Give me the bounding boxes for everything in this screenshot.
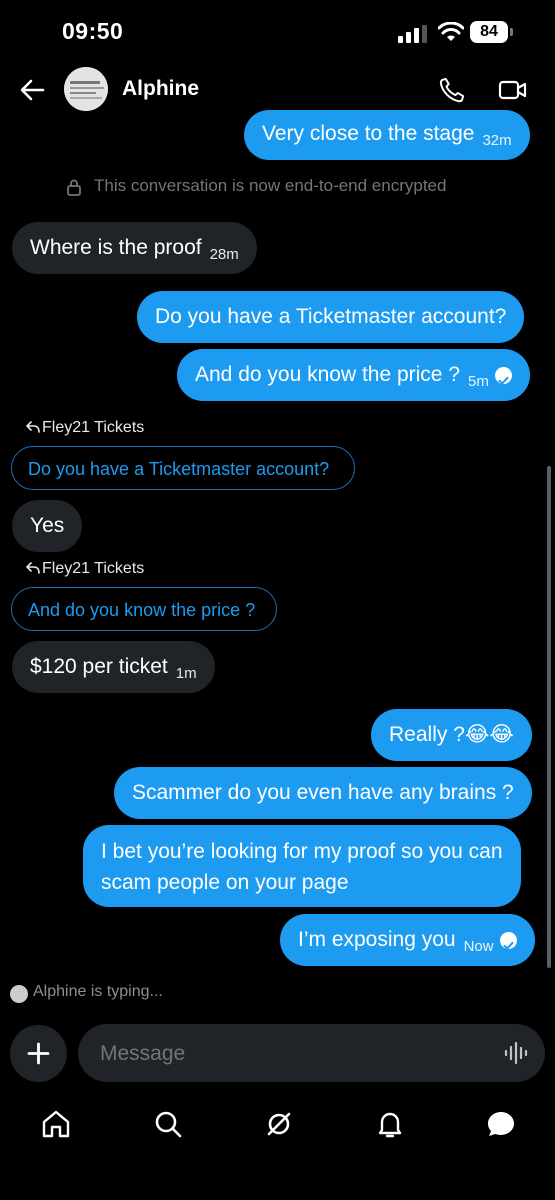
message-time: 1m	[175, 665, 197, 682]
typing-indicator: Alphine is typing...	[33, 983, 163, 1000]
back-button[interactable]	[18, 76, 46, 104]
quoted-message[interactable]: Do you have a Ticketmaster account?	[11, 446, 355, 490]
nav-grok-button[interactable]	[263, 1108, 295, 1140]
message-text: Really ?😂😂	[389, 723, 514, 746]
reply-label: Fley21 Tickets	[42, 560, 145, 577]
signal-icon	[398, 25, 427, 43]
message-input[interactable]	[98, 1024, 482, 1084]
encryption-notice: This conversation is now end-to-end encr…	[94, 176, 447, 195]
read-receipt-icon	[494, 367, 512, 385]
scrollbar[interactable]	[547, 466, 551, 968]
add-attachment-button[interactable]	[10, 1025, 67, 1082]
message-text: Very close to the stage	[262, 122, 475, 145]
message-outgoing[interactable]: And do you know the price ? 5m	[177, 349, 530, 401]
nav-search-button[interactable]	[152, 1108, 184, 1140]
status-time: 09:50	[62, 18, 124, 44]
wifi-icon	[438, 22, 464, 41]
message-outgoing[interactable]: I bet you’re looking for my proof so you…	[83, 825, 521, 907]
phone-call-button[interactable]	[438, 76, 466, 104]
message-time: 32m	[482, 132, 512, 149]
read-receipt-icon	[499, 932, 517, 950]
message-text: And do you know the price ?	[195, 363, 461, 386]
message-outgoing[interactable]: Very close to the stage 32m	[244, 110, 530, 160]
nav-notifications-button[interactable]	[374, 1108, 406, 1140]
reply-arrow-icon	[26, 562, 40, 574]
message-composer[interactable]	[78, 1024, 545, 1084]
message-text: I’m exposing you	[298, 928, 456, 951]
message-outgoing[interactable]: Do you have a Ticketmaster account?	[137, 291, 525, 343]
avatar[interactable]	[64, 67, 108, 111]
message-text: $120 per ticket	[30, 655, 168, 678]
voice-message-button[interactable]	[503, 1040, 529, 1066]
plus-icon	[27, 1042, 50, 1065]
battery-level: 84	[470, 21, 508, 43]
nav-messages-button[interactable]	[485, 1108, 517, 1140]
message-outgoing[interactable]: Really ?😂😂	[371, 709, 532, 761]
message-time: 5m	[468, 373, 489, 390]
message-incoming[interactable]: $120 per ticket 1m	[12, 641, 215, 693]
message-time: Now	[463, 938, 494, 955]
quoted-message[interactable]: And do you know the price ?	[11, 587, 277, 631]
message-text: Yes	[30, 514, 65, 537]
message-time: 28m	[209, 246, 239, 263]
reply-arrow-icon	[26, 421, 40, 433]
message-incoming[interactable]: Where is the proof 28m	[12, 222, 257, 274]
avatar-image-icon	[64, 67, 108, 111]
message-text-line: scam people on your page	[101, 871, 349, 894]
message-incoming[interactable]: Yes	[12, 500, 83, 552]
nav-home-button[interactable]	[40, 1108, 72, 1140]
message-text: Do you have a Ticketmaster account?	[155, 305, 507, 328]
lock-icon	[67, 179, 81, 196]
message-outgoing[interactable]: I’m exposing you Now	[280, 914, 535, 966]
contact-name[interactable]: Alphine	[122, 77, 199, 101]
reply-label: Fley21 Tickets	[42, 419, 145, 436]
video-call-button[interactable]	[498, 78, 528, 102]
message-outgoing[interactable]: Scammer do you even have any brains ?	[114, 767, 532, 819]
message-text: Scammer do you even have any brains ?	[132, 781, 514, 804]
message-text: Where is the proof	[30, 236, 202, 259]
message-text-line: I bet you’re looking for my proof so you…	[101, 840, 503, 863]
typing-avatar	[10, 985, 28, 1003]
battery-icon	[510, 28, 513, 36]
